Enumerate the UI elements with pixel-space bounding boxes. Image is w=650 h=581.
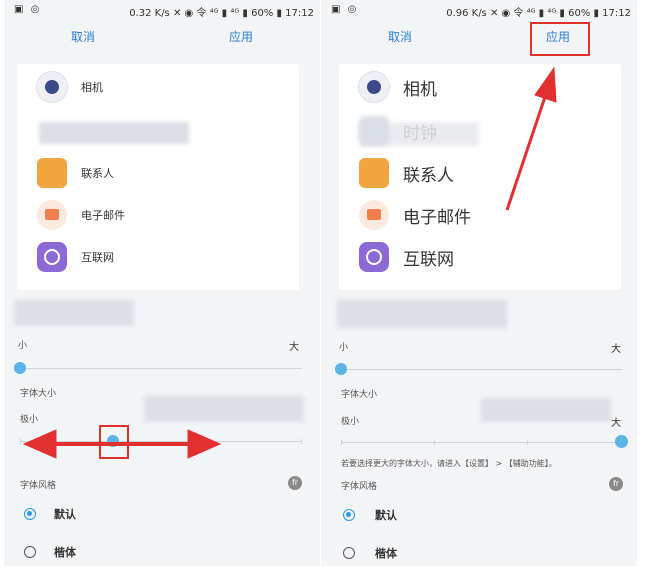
double-arrow-horizontal xyxy=(22,429,222,459)
annotation-arrows xyxy=(22,66,557,459)
arrow-to-apply xyxy=(505,66,557,211)
